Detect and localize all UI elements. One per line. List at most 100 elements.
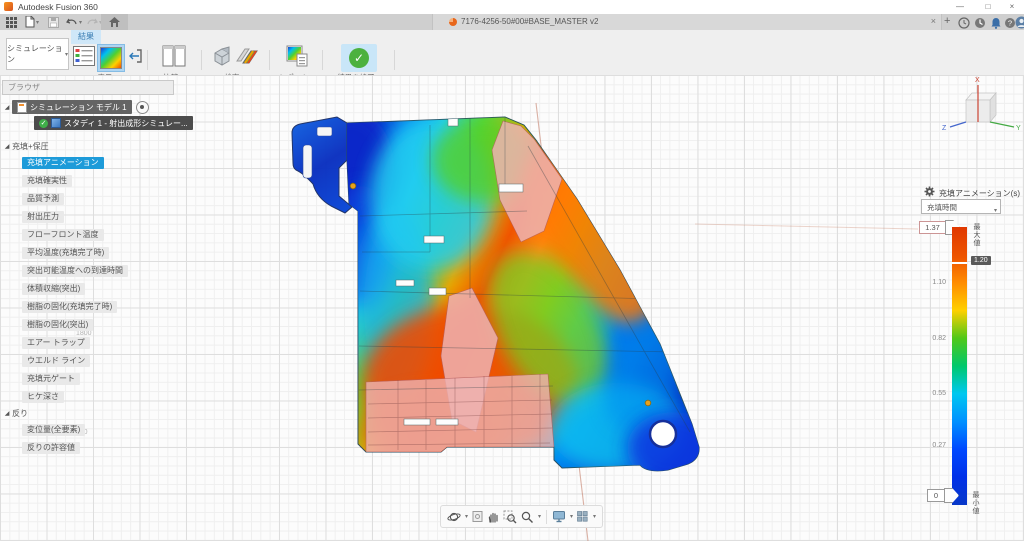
result-item-time-to-ejection-temp[interactable]: 突出可能温度への到達時間	[22, 265, 128, 277]
zoom-caret[interactable]: ▾	[538, 513, 541, 520]
legend-result-dropdown[interactable]: 充填時間 ▾	[921, 199, 1001, 214]
fusion-logo-icon	[4, 2, 13, 11]
workspace-selector[interactable]: シミュレーション ▾	[6, 38, 69, 70]
study-icon	[51, 118, 61, 128]
zoom-window-icon[interactable]	[503, 510, 517, 524]
result-item-weld-lines[interactable]: ウエルド ライン	[22, 355, 90, 367]
result-item-frozen-at-fill[interactable]: 樹脂の固化(充填完了時)	[22, 301, 117, 313]
result-item-frozen-at-ejection[interactable]: 樹脂の固化(突出)	[22, 319, 93, 331]
collapse-triangle-icon[interactable]: ◢	[2, 410, 12, 417]
result-item-fill-confidence[interactable]: 充填確実性	[22, 175, 72, 187]
app-title: Autodesk Fusion 360	[18, 2, 98, 12]
zoom-icon[interactable]	[520, 510, 534, 524]
browser-model-row[interactable]: ◢ シミュレーション モデル 1	[2, 100, 174, 114]
results-context-tab[interactable]: 結果	[71, 30, 101, 44]
compare-icon[interactable]	[162, 45, 186, 72]
legend-current-value-badge: 1.20	[971, 256, 991, 265]
ribbon-separator	[147, 50, 148, 70]
result-item-fill-animation[interactable]: 充填アニメーション	[22, 157, 104, 169]
model-top-tab[interactable]	[292, 117, 352, 213]
result-item-quality-prediction[interactable]: 品質予測	[22, 193, 64, 205]
section-fill-pack[interactable]: ◢ 充填+保圧	[2, 141, 174, 152]
browser-study-row[interactable]: ✓ スタディ 1 - 射出成形シミュレー...	[34, 116, 174, 130]
axis-y-label: Y	[1016, 125, 1021, 132]
legend-title: 充填アニメーション(s)	[939, 188, 1020, 199]
model-bolt-hole	[650, 421, 676, 447]
result-item-warp-tolerance[interactable]: 反りの許容値	[22, 442, 80, 454]
legend-min-value[interactable]: 0	[927, 489, 945, 502]
file-menu-icon[interactable]: ▾	[25, 16, 39, 28]
result-item-flow-front-temp[interactable]: フローフロント温度	[22, 229, 104, 241]
legend-tick: 0.82	[918, 335, 946, 342]
browser-header: ブラウザ	[2, 80, 174, 95]
result-item-air-traps[interactable]: エアー トラップ	[22, 337, 90, 349]
new-tab-button[interactable]: +	[944, 15, 950, 27]
result-item-displacement[interactable]: 変位量(全要素)	[22, 424, 85, 436]
result-item-sink-depth[interactable]: ヒケ深さ	[22, 391, 64, 403]
undo-icon[interactable]: ▾	[66, 16, 82, 28]
collapse-triangle-icon[interactable]: ◢	[2, 104, 12, 111]
look-at-icon[interactable]	[471, 510, 484, 523]
redo-icon[interactable]: ▾	[86, 16, 102, 28]
legend-min-label: 最小値	[970, 491, 980, 515]
study-row-label: スタディ 1 - 射出成形シミュレー...	[64, 118, 188, 129]
navbar-separator	[546, 510, 547, 524]
visibility-eye-icon[interactable]	[136, 101, 149, 114]
solved-check-icon: ✓	[39, 119, 48, 128]
origin-y-axis-line	[695, 224, 918, 229]
axis-z-label: Z	[942, 125, 947, 132]
orbit-caret[interactable]: ▾	[465, 513, 468, 520]
ribbon-separator	[322, 50, 323, 70]
grid-layout-caret[interactable]: ▾	[593, 513, 596, 520]
save-icon[interactable]	[48, 16, 59, 28]
legend-tick: 0.55	[918, 390, 946, 397]
legend-current-marker[interactable]	[952, 262, 967, 264]
section-slice-icon[interactable]	[235, 45, 259, 72]
legend-tick: 1.10	[918, 279, 946, 286]
close-button[interactable]: ×	[1002, 0, 1022, 13]
legend-color-scale[interactable]	[952, 227, 967, 505]
home-tab[interactable]	[101, 14, 128, 30]
view-cube[interactable]: X Y Z	[942, 77, 1021, 132]
next-result-icon[interactable]	[127, 48, 143, 69]
injection-gate-marker	[350, 183, 356, 189]
axis-x-label: X	[975, 77, 980, 84]
ribbon-toolbar: シミュレーション ▾ 結果 表示 ▾ 比較 ▾	[0, 30, 1024, 76]
injection-gate-marker	[645, 400, 651, 406]
report-icon[interactable]	[285, 44, 309, 73]
svg-text:?: ?	[1008, 19, 1012, 28]
minimize-button[interactable]: —	[950, 0, 970, 13]
section-warp[interactable]: ◢ 反り	[2, 408, 174, 419]
ribbon-separator	[269, 50, 270, 70]
result-item-fill-gate[interactable]: 充填元ゲート	[22, 373, 80, 385]
color-plot-icon-selected[interactable]	[97, 44, 125, 72]
3d-viewport[interactable]: X Y Z 1900 1800 1750 ブラウザ ◢ シミュレーション モデル…	[0, 75, 1024, 541]
file-menu-caret: ▾	[36, 19, 39, 26]
dropdown-caret-icon: ▾	[994, 204, 997, 219]
undo-caret[interactable]: ▾	[79, 19, 82, 26]
legend-max-label: 最大値	[971, 223, 981, 247]
clipping-plane-icon[interactable]	[211, 45, 233, 72]
tab-strip: ▾ ▾ ▾ 7176-4256-50#00#BASE_MASTER v2 × +…	[0, 14, 1024, 31]
legend-display-icon[interactable]	[73, 46, 95, 71]
result-item-average-temp[interactable]: 平均温度(充填完了時)	[22, 247, 109, 259]
legend-tick: 0.27	[918, 442, 946, 449]
legend-max-value[interactable]: 1.37	[919, 221, 946, 234]
finish-results-icon[interactable]: ✓	[341, 44, 377, 72]
app-grid-icon[interactable]	[6, 16, 17, 28]
grid-layout-icon[interactable]	[576, 510, 589, 523]
result-item-volumetric-shrinkage[interactable]: 体積収縮(突出)	[22, 283, 85, 295]
document-tab[interactable]: 7176-4256-50#00#BASE_MASTER v2 ×	[432, 14, 942, 30]
close-tab-icon[interactable]: ×	[931, 16, 936, 26]
workspace-caret: ▾	[65, 51, 68, 58]
model-row-label: シミュレーション モデル 1	[30, 102, 127, 113]
collapse-triangle-icon[interactable]: ◢	[2, 143, 12, 150]
pan-hand-icon[interactable]	[487, 510, 500, 523]
orbit-icon[interactable]	[447, 510, 461, 524]
result-item-injection-pressure[interactable]: 射出圧力	[22, 211, 64, 223]
document-title: 7176-4256-50#00#BASE_MASTER v2	[461, 17, 598, 26]
display-settings-icon[interactable]	[552, 510, 566, 523]
maximize-button[interactable]: □	[978, 0, 998, 13]
display-settings-caret[interactable]: ▾	[570, 513, 573, 520]
document-favicon-icon	[449, 18, 457, 26]
